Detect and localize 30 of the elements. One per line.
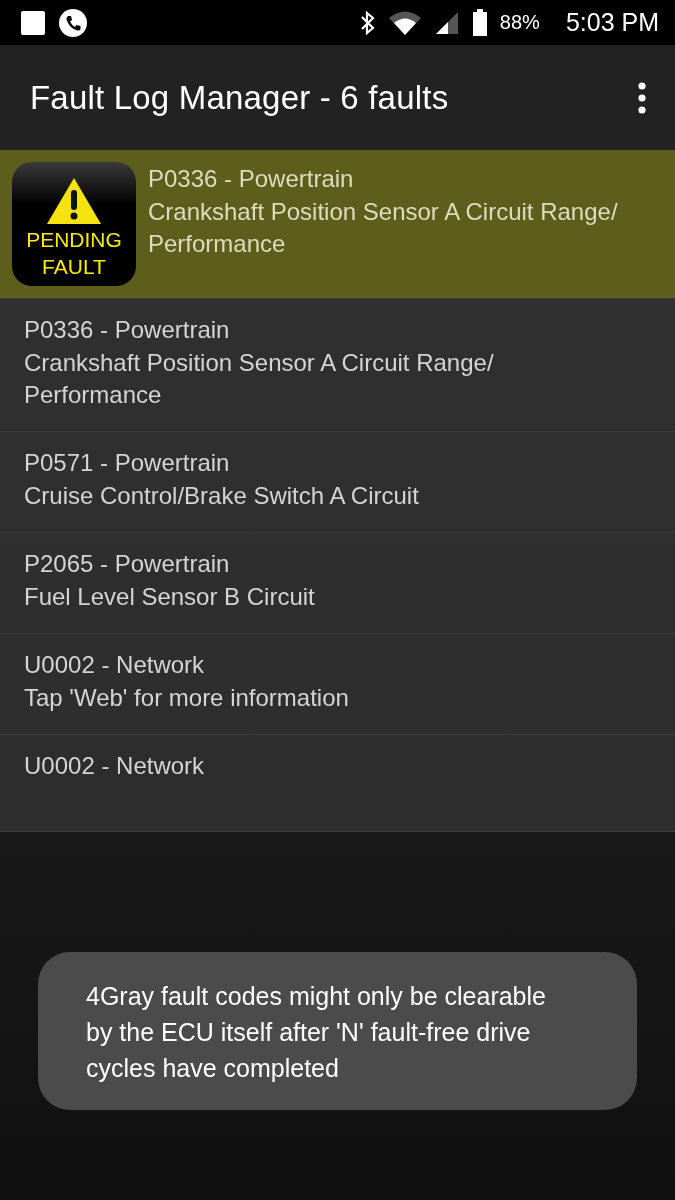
fault-code: P0571 - Powertrain [24, 448, 231, 478]
battery-percentage: 88% [499, 11, 540, 34]
fault-row[interactable]: P2065 - Powertrain Fuel Level Sensor B Circuit [0, 533, 675, 634]
screen-title: Fault Log Manager - 6 faults [30, 78, 450, 117]
fault-description: Crankshaft Position Sensor A Circuit Range/ Performance [24, 348, 495, 410]
fault-code: U0002 - Network [24, 650, 206, 680]
fault-description: Cruise Control/Brake Switch A Circuit [24, 481, 419, 511]
fault-code: P0336 - Powertrain [24, 315, 231, 345]
fault-description: Crankshaft Position Sensor A Circuit Range/ Performance [148, 197, 619, 259]
fault-description: Tap 'Web' for more information [24, 683, 349, 713]
fault-description: Fuel Level Sensor B Circuit [24, 582, 315, 612]
fault-row[interactable]: U0002 - Network [0, 735, 675, 832]
fault-code: U0002 - Network [24, 751, 205, 781]
warning-icon [45, 176, 103, 226]
clock-time: 5:03 PM [565, 8, 659, 37]
fault-code: P0336 - Powertrain [148, 164, 355, 194]
fault-row[interactable]: P0571 - Powertrain Cruise Control/Brake Switch A Circuit [0, 432, 675, 533]
battery-icon [471, 8, 488, 37]
fault-row[interactable]: P0336 - Powertrain Crankshaft Position Sensor A Circuit Range/ Performance [0, 299, 675, 432]
fault-code: P2065 - Powertrain [24, 549, 231, 579]
more-vertical-icon [637, 81, 647, 114]
badge-label: FAULT [42, 254, 106, 280]
toast-text: 4Gray fault codes might only be clearable by the ECU itself after 'N' fault-free drive cycles have completed [86, 981, 547, 1084]
fault-row[interactable]: U0002 - Network Tap 'Web' for more information [0, 634, 675, 735]
notification-square-icon [20, 9, 46, 36]
badge-label: PENDING [26, 227, 122, 253]
phone-icon [58, 7, 88, 38]
wifi-icon [387, 9, 422, 36]
bluetooth-icon [359, 9, 376, 36]
fault-row[interactable]: PENDING FAULT P0336 - Powertrain Crankshaft Position Sensor A Circuit Range/ Performance [0, 150, 675, 299]
